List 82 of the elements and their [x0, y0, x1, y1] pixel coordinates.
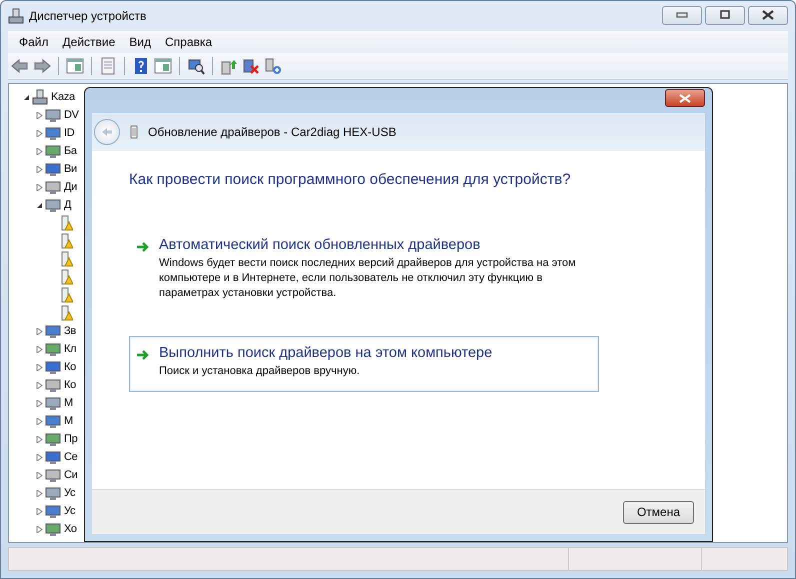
option-description: Поиск и установка драйверов вручную.	[159, 364, 361, 379]
device-icon	[45, 125, 61, 141]
tree-item[interactable]: М	[64, 415, 73, 427]
expander-icon[interactable]	[36, 202, 43, 208]
menu-item[interactable]: Справка	[158, 33, 220, 51]
arrow-icon	[136, 241, 150, 253]
device-icon	[45, 377, 61, 393]
maximize-button[interactable]	[705, 6, 745, 24]
maximize-icon	[719, 10, 731, 20]
device-icon	[45, 197, 61, 213]
tree-item[interactable]: Хо	[64, 523, 77, 535]
tree-item[interactable]: Зв	[64, 325, 76, 337]
warning-device-icon[interactable]	[61, 233, 73, 249]
device-icon	[45, 485, 61, 501]
device-icon	[45, 359, 61, 375]
tree-item[interactable]: Си	[64, 469, 78, 481]
tree-item[interactable]: Ба	[64, 145, 77, 157]
tree-item[interactable]: Ус	[64, 487, 76, 499]
warning-device-icon[interactable]	[61, 251, 73, 267]
panel-icon[interactable]	[154, 57, 172, 75]
back-arrow-icon	[101, 127, 113, 137]
device-icon	[45, 143, 61, 159]
close-button[interactable]	[665, 89, 705, 107]
device-icon	[45, 467, 61, 483]
device-icon	[45, 521, 61, 537]
option-link[interactable]: Выполнить поиск драйверов на этом компьютере Поиск и установка драйверов вручную.	[129, 336, 599, 392]
add-icon[interactable]	[264, 57, 282, 75]
forward-arrow-icon[interactable]	[33, 57, 51, 75]
computer-icon	[8, 8, 24, 24]
tree-item[interactable]: DV	[64, 109, 79, 121]
arrow-icon	[136, 349, 150, 361]
device-icon	[45, 179, 61, 195]
tree-item[interactable]: Кл	[64, 343, 76, 355]
tree-item[interactable]: Ви	[64, 163, 77, 175]
device-icon	[45, 107, 61, 123]
warning-device-icon[interactable]	[61, 287, 73, 303]
document-icon[interactable]	[99, 57, 117, 75]
computer-icon	[32, 89, 48, 105]
dialog-title: Обновление драйверов - Car2diag HEX-USB	[148, 125, 396, 139]
device-icon	[45, 413, 61, 429]
tree-item[interactable]: Ко	[64, 379, 76, 391]
tree-item[interactable]: Ус	[64, 505, 76, 517]
option-description: Windows будет вести поиск последних версий драйверов для устройства на этом компьютере и в Интернете, если пользователь не отключил эту функцию в параметрах установки устройства.	[159, 256, 577, 301]
warning-device-icon[interactable]	[61, 269, 73, 285]
minimize-button[interactable]	[662, 6, 702, 24]
tree-item[interactable]: Д	[64, 199, 72, 211]
usb-device-icon	[130, 125, 138, 139]
tree-item[interactable]: ID	[64, 127, 74, 139]
device-icon	[45, 431, 61, 447]
dialog-heading: Как провести поиск программного обеспечения для устройств?	[129, 171, 572, 188]
option-title: Автоматический поиск обновленных драйверов	[159, 237, 482, 253]
tree-item[interactable]: М	[64, 397, 73, 409]
minimize-icon	[676, 12, 688, 18]
help-icon[interactable]	[132, 57, 150, 75]
panel-icon[interactable]	[66, 57, 84, 75]
close-icon	[679, 94, 691, 102]
option-title: Выполнить поиск драйверов на этом компьютере	[159, 345, 494, 361]
back-button[interactable]	[94, 119, 120, 145]
device-icon	[45, 341, 61, 357]
tree-item[interactable]: Ко	[64, 361, 76, 373]
device-icon	[45, 503, 61, 519]
menu-item[interactable]: Действие	[56, 33, 122, 51]
device-icon	[45, 449, 61, 465]
close-button[interactable]	[748, 6, 788, 24]
device-icon	[45, 323, 61, 339]
device-icon	[45, 395, 61, 411]
cancel-button[interactable]: Отмена	[623, 500, 694, 524]
window-title: Диспетчер устройств	[29, 9, 146, 23]
remove-icon[interactable]	[242, 57, 260, 75]
tree-item[interactable]: Пр	[64, 433, 78, 445]
close-icon	[761, 10, 775, 20]
tree-item[interactable]: Ди	[64, 181, 77, 193]
back-arrow-icon[interactable]	[11, 57, 29, 75]
monitor-search-icon[interactable]	[187, 57, 205, 75]
menu-item[interactable]: Вид	[122, 33, 158, 51]
warning-device-icon[interactable]	[61, 215, 73, 231]
device-icon	[45, 161, 61, 177]
warning-device-icon[interactable]	[61, 305, 73, 321]
tree-item[interactable]: Се	[64, 451, 78, 463]
tree-item[interactable]: Kaza	[51, 91, 75, 103]
expander-icon[interactable]	[23, 94, 30, 100]
menu-item[interactable]: Файл	[12, 33, 56, 51]
